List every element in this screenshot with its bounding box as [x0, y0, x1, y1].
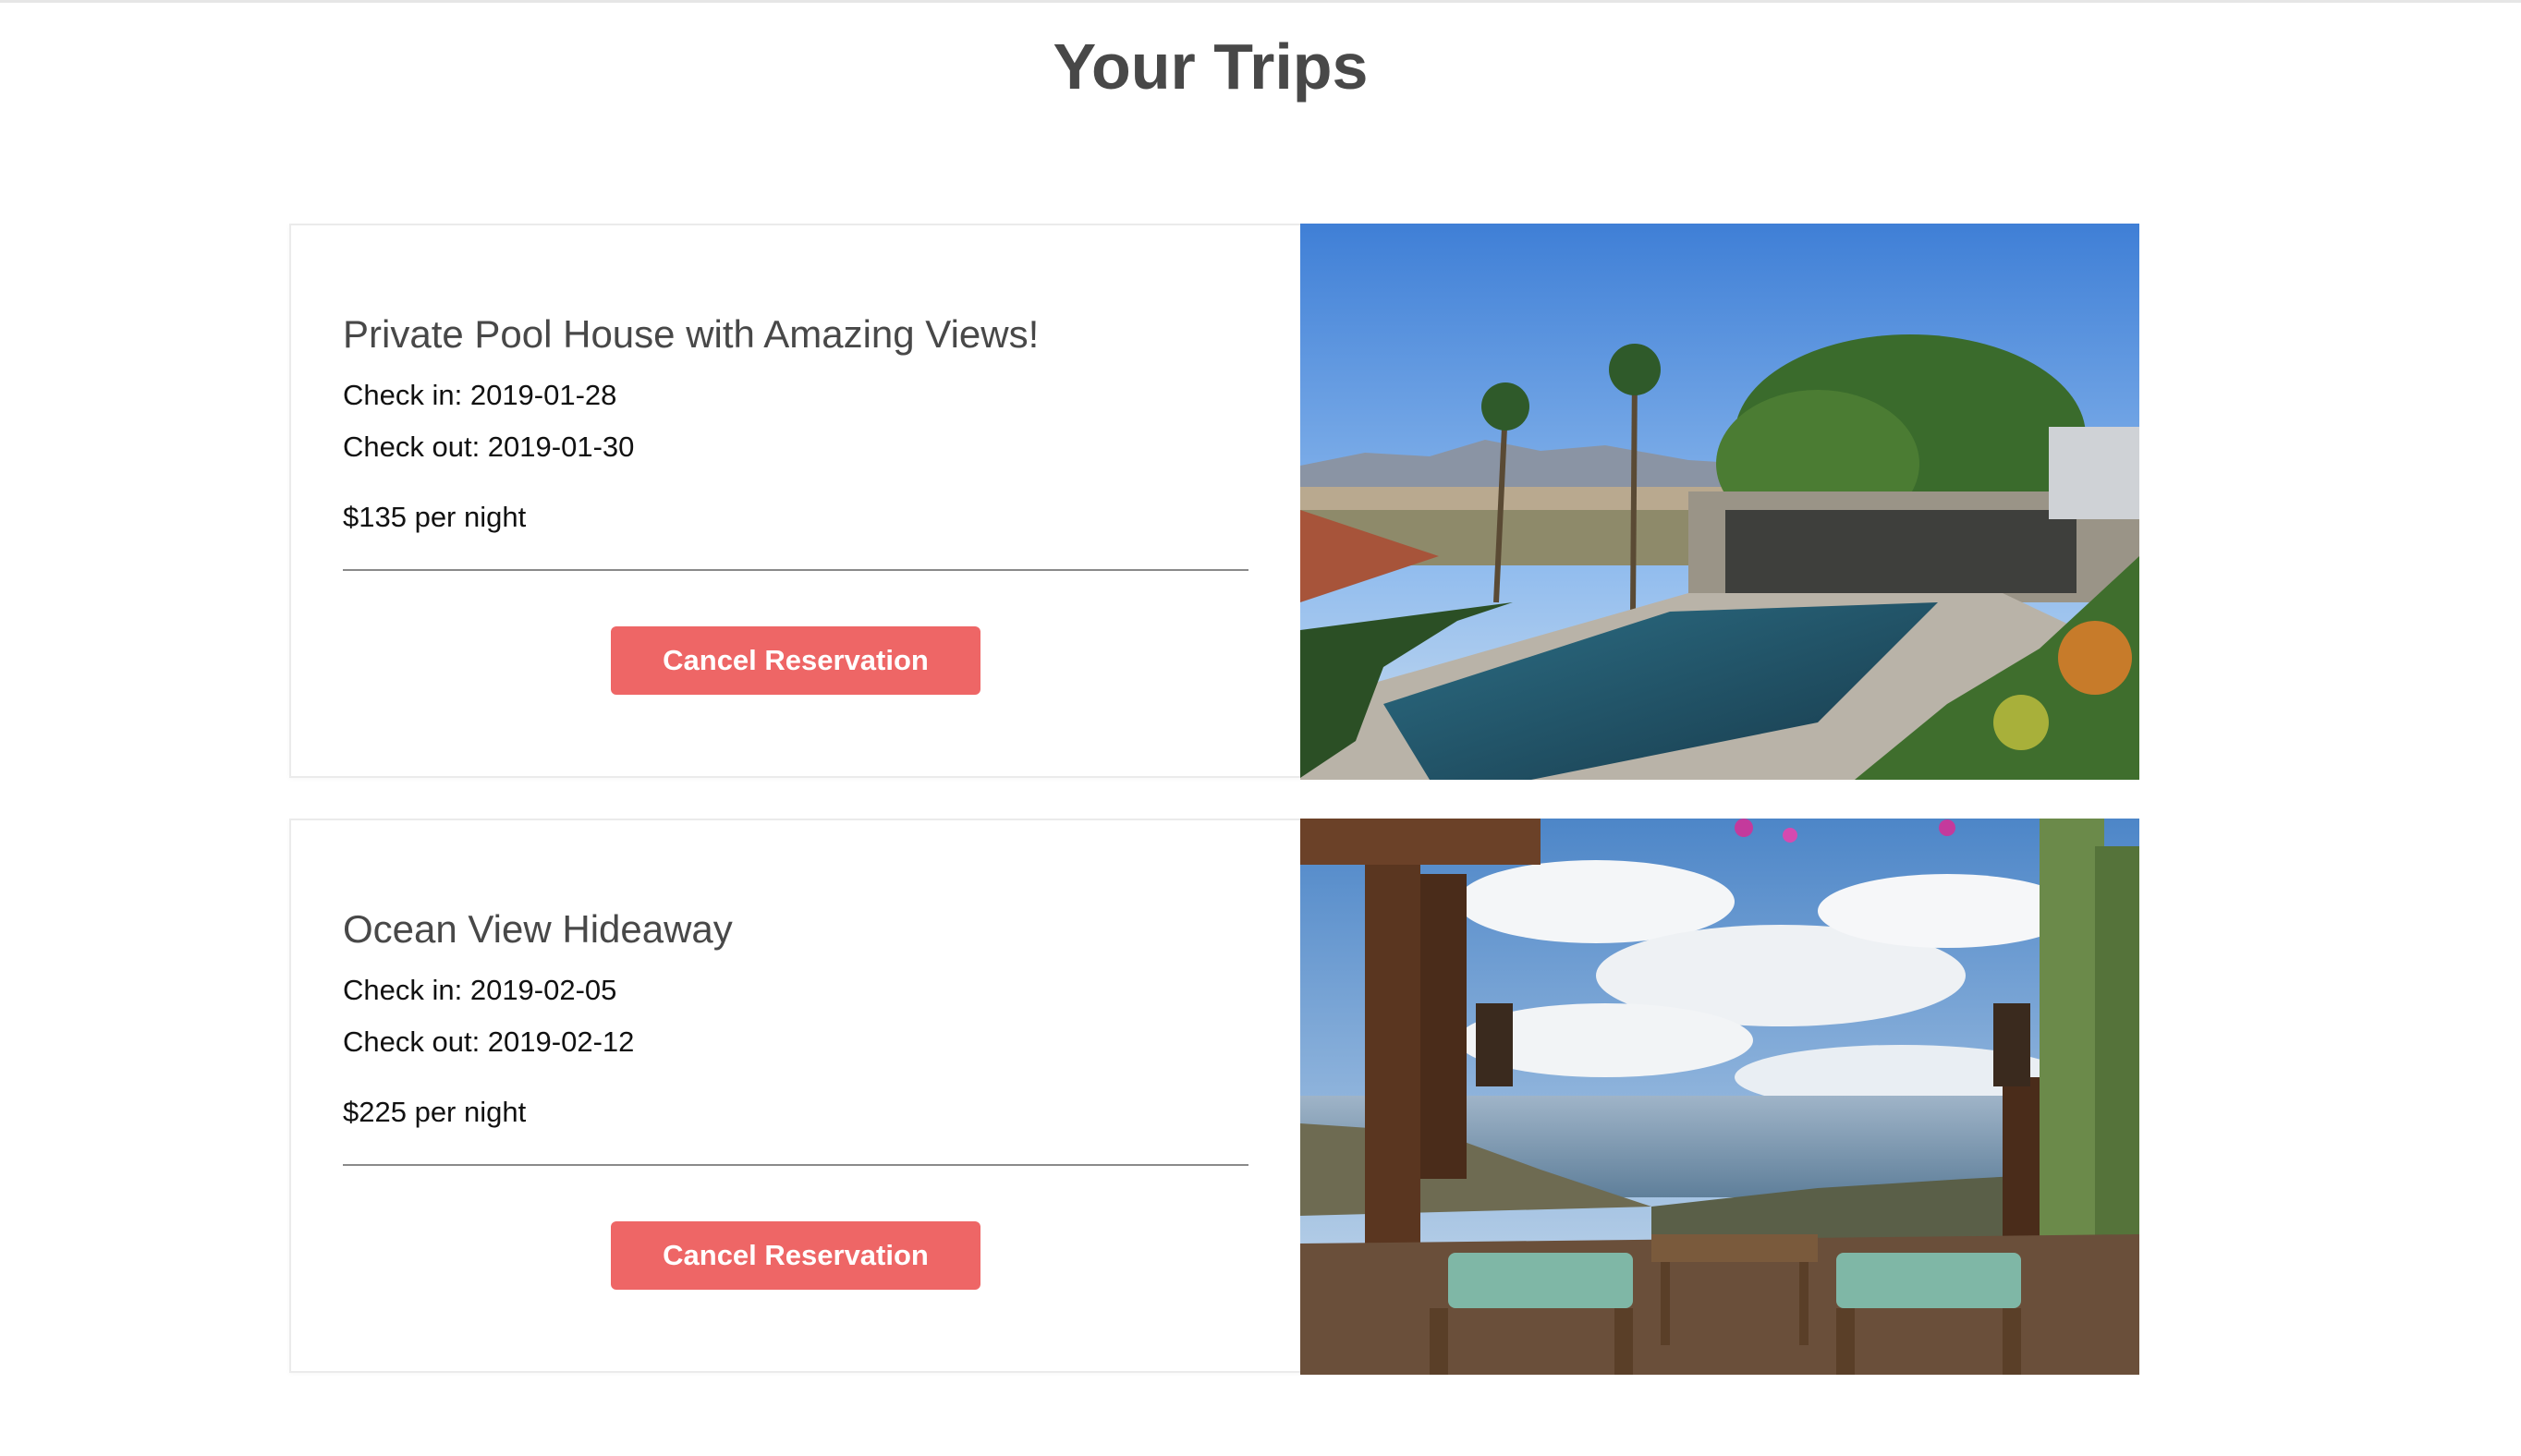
trip-title: Ocean View Hideaway [343, 907, 733, 951]
cancel-reservation-button[interactable]: Cancel Reservation [611, 626, 980, 695]
check-in-date: Check in: 2019-02-05 [343, 974, 617, 1006]
card-divider [343, 1164, 1248, 1166]
check-out-date: Check out: 2019-01-30 [343, 431, 635, 463]
check-in-date: Check in: 2019-01-28 [343, 379, 617, 411]
trip-card: Ocean View Hideaway Check in: 2019-02-05… [289, 819, 2139, 1375]
check-out-date: Check out: 2019-02-12 [343, 1025, 635, 1058]
trip-info: Ocean View Hideaway Check in: 2019-02-05… [291, 820, 1300, 1371]
nightly-price: $225 per night [343, 1096, 527, 1128]
top-divider [0, 0, 2521, 3]
pool-house-photo [1300, 224, 2139, 780]
trip-info: Private Pool House with Amazing Views! C… [291, 225, 1300, 776]
nightly-price: $135 per night [343, 501, 527, 533]
trip-card: Private Pool House with Amazing Views! C… [289, 224, 2139, 780]
trip-title: Private Pool House with Amazing Views! [343, 312, 1040, 356]
ocean-view-photo [1300, 819, 2139, 1375]
cancel-reservation-button[interactable]: Cancel Reservation [611, 1221, 980, 1290]
page-title: Your Trips [1053, 30, 1369, 103]
card-divider [343, 569, 1248, 571]
